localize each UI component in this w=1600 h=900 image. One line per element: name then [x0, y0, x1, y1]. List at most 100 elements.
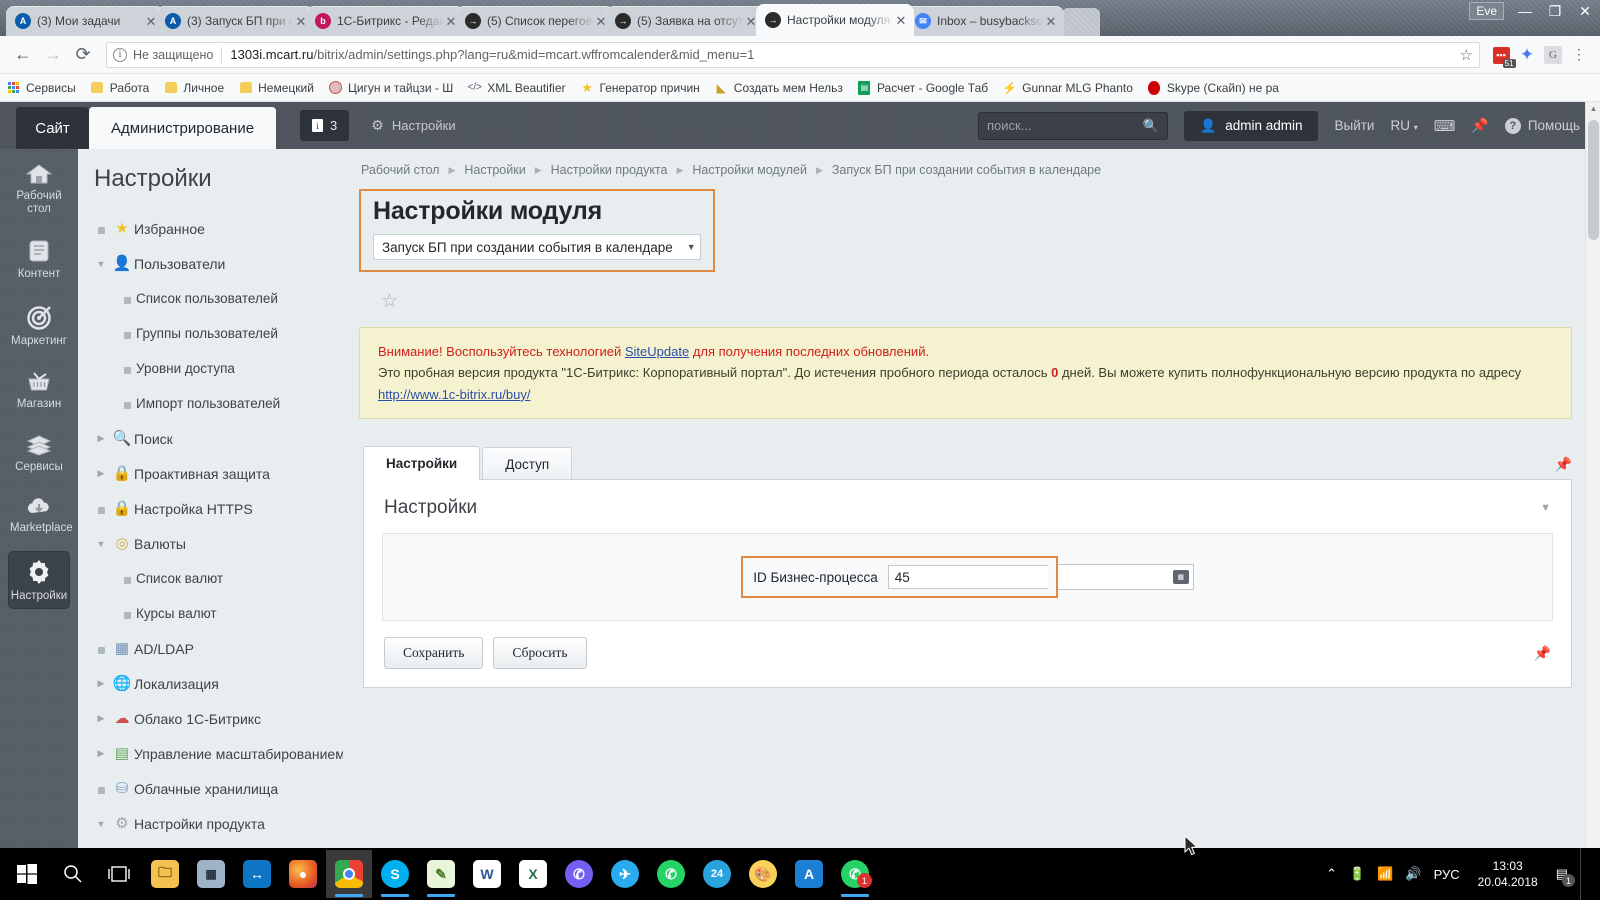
- bookmark-item[interactable]: Цигун и тайцзи - Ш: [328, 80, 453, 95]
- firefox-icon[interactable]: ●: [280, 850, 326, 898]
- notification-center-icon[interactable]: ▤ 1: [1556, 866, 1575, 887]
- bookmark-item[interactable]: Работа: [90, 80, 149, 95]
- bookmark-star-icon[interactable]: ☆: [1452, 46, 1473, 64]
- tree-item-search[interactable]: ▶ 🔍 Поиск: [92, 421, 343, 456]
- chevron-right-icon[interactable]: ▶: [92, 748, 110, 759]
- search-icon[interactable]: [50, 850, 96, 898]
- tree-item-users[interactable]: ▼ 👤 Пользователи: [92, 246, 343, 281]
- tree-item-product-settings[interactable]: ▼ ⚙ Настройки продукта: [92, 806, 343, 841]
- help-link[interactable]: ? Помощь: [1504, 117, 1580, 134]
- close-window-button[interactable]: ✕: [1570, 0, 1600, 22]
- bookmark-item[interactable]: Немецкий: [238, 80, 314, 95]
- chrome-menu-icon[interactable]: ⋮: [1566, 46, 1592, 63]
- info-icon[interactable]: i: [113, 47, 127, 62]
- bookmark-item[interactable]: Skype (Скайп) не ра: [1147, 80, 1279, 95]
- rail-item-settings[interactable]: Настройки: [8, 550, 70, 609]
- browser-tab[interactable]: → (5) Список переговорнь ✕: [456, 6, 614, 36]
- siteupdate-link[interactable]: SiteUpdate: [625, 344, 689, 359]
- maximize-button[interactable]: ❐: [1540, 0, 1570, 22]
- breadcrumb-item[interactable]: Настройки: [464, 163, 525, 177]
- tree-item-currencies[interactable]: ▼ ◎ Валюты: [92, 526, 343, 561]
- scrollbar-thumb[interactable]: [1588, 120, 1599, 240]
- address-bar[interactable]: i Не защищено 1303i.mcart.ru/bitrix/admi…: [106, 41, 1480, 68]
- breadcrumb-item[interactable]: Настройки модулей: [692, 163, 807, 177]
- bookmark-item[interactable]: Сервисы: [6, 80, 76, 95]
- keyboard-icon[interactable]: ⌨: [1434, 117, 1456, 135]
- tree-item-user-import[interactable]: Импорт пользователей: [92, 386, 343, 421]
- tab-access[interactable]: Доступ: [482, 447, 573, 481]
- reload-button[interactable]: ⟳: [68, 44, 98, 65]
- save-button[interactable]: Сохранить: [384, 637, 484, 670]
- pin-icon[interactable]: 📌: [1471, 117, 1488, 134]
- bitrix24-icon[interactable]: 24: [694, 850, 740, 898]
- word-icon[interactable]: W: [464, 850, 510, 898]
- bookmark-item[interactable]: ⚡ Gunnar MLG Phanto: [1002, 80, 1133, 95]
- battery-icon[interactable]: 🔋: [1349, 866, 1365, 882]
- chevron-down-icon[interactable]: ▼: [92, 539, 110, 549]
- volume-icon[interactable]: 🔊: [1405, 866, 1421, 882]
- panel-settings-link[interactable]: ⚙ Настройки: [371, 102, 455, 149]
- pin-icon[interactable]: 📌: [1534, 645, 1551, 662]
- rail-item-shop[interactable]: Магазин: [8, 363, 70, 417]
- extension-red-icon[interactable]: ▪▪▪ 51: [1488, 45, 1516, 68]
- tree-item-https[interactable]: 🔒 Настройка HTTPS: [92, 491, 343, 526]
- tree-item-adldap[interactable]: ▦ AD/LDAP: [92, 631, 343, 666]
- viber-icon[interactable]: ✆: [556, 850, 602, 898]
- task-view-icon[interactable]: [96, 850, 142, 898]
- wifi-icon[interactable]: 📶: [1377, 866, 1393, 882]
- tab-settings[interactable]: Настройки: [363, 446, 481, 481]
- site-tab-button[interactable]: Сайт: [16, 107, 89, 149]
- tray-chevron-icon[interactable]: ⌃: [1326, 866, 1337, 882]
- field-input-extension[interactable]: ▦: [1057, 564, 1194, 591]
- explorer-icon[interactable]: 🗀: [142, 850, 188, 898]
- whatsapp-2-icon[interactable]: ✆ 1: [832, 850, 878, 898]
- reset-button[interactable]: Сбросить: [493, 637, 587, 670]
- favorite-star-icon[interactable]: ☆: [381, 291, 398, 312]
- browser-tab[interactable]: → (5) Заявка на отсутствие ✕: [606, 6, 764, 36]
- telegram-icon[interactable]: ✈: [602, 850, 648, 898]
- logout-link[interactable]: Выйти: [1334, 118, 1374, 133]
- rail-item-desktop[interactable]: Рабочий стол: [8, 155, 70, 222]
- whatsapp-icon[interactable]: ✆: [648, 850, 694, 898]
- extension-google-icon[interactable]: G: [1540, 45, 1566, 64]
- bookmark-item[interactable]: ◣ Создать мем Нельз: [714, 80, 843, 95]
- show-desktop-button[interactable]: [1580, 848, 1590, 900]
- breadcrumb-item[interactable]: Рабочий стол: [361, 163, 439, 177]
- rail-item-marketplace[interactable]: Marketplace: [8, 489, 73, 541]
- chevron-down-icon[interactable]: ▼: [92, 259, 110, 269]
- teamviewer-icon[interactable]: ↔: [234, 850, 280, 898]
- calculator-icon[interactable]: ▦: [188, 850, 234, 898]
- tree-item-currency-list[interactable]: Список валют: [92, 561, 343, 596]
- search-icon[interactable]: 🔍: [1143, 118, 1159, 134]
- browser-tab[interactable]: ✉ Inbox – busybackson@gm ✕: [906, 6, 1064, 36]
- triangle-down-icon[interactable]: ▼: [1540, 502, 1551, 514]
- bookmark-item[interactable]: ★ Генератор причин: [580, 80, 700, 95]
- tree-item-favorites[interactable]: ★ Избранное: [92, 211, 343, 246]
- chrome-icon[interactable]: [326, 850, 372, 898]
- tree-item-users-list[interactable]: Список пользователей: [92, 281, 343, 316]
- breadcrumb-item[interactable]: Настройки продукта: [551, 163, 668, 177]
- back-button[interactable]: ←: [8, 44, 38, 65]
- chevron-right-icon[interactable]: ▶: [92, 678, 110, 689]
- browser-tab[interactable]: A (3) Запуск БП при созда ✕: [156, 6, 314, 36]
- pin-icon[interactable]: 📌: [1555, 456, 1572, 479]
- notepadpp-icon[interactable]: ✎: [418, 850, 464, 898]
- clock[interactable]: 13:03 20.04.2018: [1472, 858, 1544, 890]
- extension-wand-icon[interactable]: ✦: [1514, 45, 1540, 65]
- bookmark-item[interactable]: </> XML Beautifier: [467, 80, 566, 95]
- eve-overlay-button[interactable]: Eve: [1469, 2, 1504, 20]
- start-icon[interactable]: [4, 850, 50, 898]
- language-selector[interactable]: RU ▾: [1390, 118, 1417, 133]
- rail-item-services[interactable]: Сервисы: [8, 426, 70, 480]
- skype-icon[interactable]: S: [372, 850, 418, 898]
- business-process-id-input[interactable]: [887, 565, 1048, 590]
- new-tab-button[interactable]: [1062, 8, 1100, 36]
- module-select[interactable]: Запуск БП при создании события в календа…: [373, 234, 701, 260]
- tree-item-access-levels[interactable]: Уровни доступа: [92, 351, 343, 386]
- chevron-right-icon[interactable]: ▶: [92, 713, 110, 724]
- browser-tab-active[interactable]: → Настройки модуля - 130 ✕: [756, 4, 914, 36]
- keyboard-icon[interactable]: ▦: [1172, 570, 1189, 585]
- tree-item-scaling[interactable]: ▶ ▤ Управление масштабированием: [92, 736, 343, 771]
- tab-close-icon[interactable]: ✕: [894, 14, 908, 27]
- tree-item-currency-rates[interactable]: Курсы валют: [92, 596, 343, 631]
